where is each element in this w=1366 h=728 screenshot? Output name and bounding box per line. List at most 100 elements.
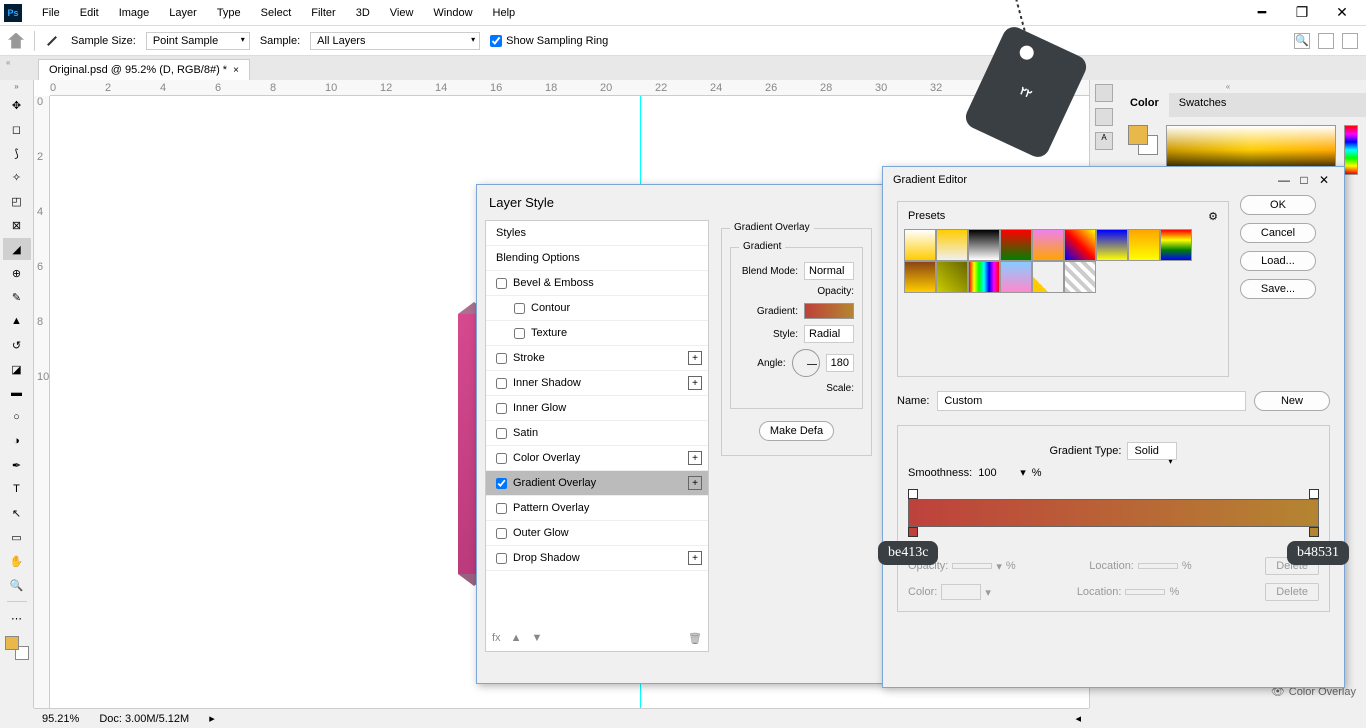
fx-pattern-overlay[interactable]: Pattern Overlay — [486, 496, 708, 521]
blur-tool[interactable]: ○ — [3, 406, 31, 428]
history-brush-tool[interactable]: ↺ — [3, 334, 31, 356]
menu-view[interactable]: View — [380, 3, 424, 23]
shape-tool[interactable]: ▭ — [3, 526, 31, 548]
close-button[interactable]: ✕ — [1322, 2, 1362, 24]
add-icon[interactable]: + — [688, 351, 702, 365]
eyedropper-tool[interactable]: ◢ — [3, 238, 31, 260]
menu-select[interactable]: Select — [251, 3, 302, 23]
document-tab[interactable]: Original.psd @ 95.2% (D, RGB/8#) * × — [38, 59, 250, 80]
gradient-bar[interactable] — [908, 499, 1319, 527]
make-default-button[interactable]: Make Defa — [759, 421, 834, 441]
fx-gradient-overlay[interactable]: Gradient Overlay+ — [486, 471, 708, 496]
panel-icon[interactable] — [1095, 108, 1113, 126]
eraser-tool[interactable]: ◪ — [3, 358, 31, 380]
crop-tool[interactable]: ◰ — [3, 190, 31, 212]
gradient-preset[interactable] — [968, 229, 1000, 261]
menu-window[interactable]: Window — [423, 3, 482, 23]
opacity-stop[interactable] — [908, 489, 918, 499]
menu-layer[interactable]: Layer — [159, 3, 207, 23]
sample-select[interactable]: All Layers — [310, 32, 480, 50]
sample-size-select[interactable]: Point Sample — [146, 32, 250, 50]
fx-inner-shadow[interactable]: Inner Shadow+ — [486, 371, 708, 396]
minimize-button[interactable]: ━ — [1242, 2, 1282, 24]
gear-icon[interactable]: ⚙ — [1208, 210, 1218, 223]
gradient-preview[interactable] — [804, 303, 854, 319]
load-button[interactable]: Load... — [1240, 251, 1316, 271]
up-icon[interactable]: ▲ — [511, 632, 522, 645]
fx-icon[interactable]: fx — [492, 632, 501, 645]
wand-tool[interactable]: ✧ — [3, 166, 31, 188]
fx-color-overlay[interactable]: Color Overlay+ — [486, 446, 708, 471]
share-icon[interactable] — [1342, 33, 1358, 49]
menu-filter[interactable]: Filter — [301, 3, 345, 23]
down-icon[interactable]: ▼ — [531, 632, 542, 645]
maximize-icon[interactable]: □ — [1294, 173, 1314, 187]
blending-options[interactable]: Blending Options — [486, 246, 708, 271]
gradient-preset[interactable] — [968, 261, 1000, 293]
workspace-icon[interactable] — [1318, 33, 1334, 49]
gradient-preset[interactable] — [904, 229, 936, 261]
add-icon[interactable]: + — [688, 551, 702, 565]
fx-bevel[interactable]: Bevel & Emboss — [486, 271, 708, 296]
menu-help[interactable]: Help — [483, 3, 526, 23]
brush-tool[interactable]: ✎ — [3, 286, 31, 308]
fx-inner-glow[interactable]: Inner Glow — [486, 396, 708, 421]
zoom-tool[interactable]: 🔍 — [3, 574, 31, 596]
smoothness-input[interactable]: 100 — [978, 467, 1014, 479]
fx-drop-shadow[interactable]: Drop Shadow+ — [486, 546, 708, 571]
add-icon[interactable]: + — [688, 476, 702, 490]
gradient-preset[interactable] — [1096, 229, 1128, 261]
lasso-tool[interactable]: ⟆ — [3, 142, 31, 164]
menu-edit[interactable]: Edit — [70, 3, 109, 23]
home-icon[interactable] — [8, 33, 24, 49]
healing-tool[interactable]: ⊕ — [3, 262, 31, 284]
trash-icon[interactable]: 🗑 — [688, 632, 702, 645]
restore-button[interactable]: ❐ — [1282, 2, 1322, 24]
opacity-input[interactable] — [952, 563, 992, 569]
fx-texture[interactable]: Texture — [486, 321, 708, 346]
delete-button[interactable]: Delete — [1265, 583, 1319, 601]
styles-header[interactable]: Styles — [486, 221, 708, 246]
edit-toolbar[interactable]: ⋯ — [3, 607, 31, 629]
save-button[interactable]: Save... — [1240, 279, 1316, 299]
gradient-tool[interactable]: ▬ — [3, 382, 31, 404]
name-input[interactable] — [937, 391, 1246, 411]
gradient-preset[interactable] — [936, 261, 968, 293]
type-tool[interactable]: T — [3, 478, 31, 500]
location-input[interactable] — [1125, 589, 1165, 595]
collapse-icon[interactable]: » — [14, 82, 18, 91]
panel-icon[interactable]: A — [1095, 132, 1113, 150]
tab-color[interactable]: Color — [1120, 93, 1169, 117]
color-stop[interactable] — [1309, 527, 1319, 537]
menu-3d[interactable]: 3D — [346, 3, 380, 23]
gradient-preset[interactable] — [904, 261, 936, 293]
hand-tool[interactable]: ✋ — [3, 550, 31, 572]
gradient-preset[interactable] — [1000, 261, 1032, 293]
minimize-icon[interactable]: — — [1274, 173, 1294, 187]
fx-stroke[interactable]: Stroke+ — [486, 346, 708, 371]
gradient-preset[interactable] — [1032, 261, 1064, 293]
gradient-preset[interactable] — [1064, 229, 1096, 261]
search-icon[interactable]: 🔍 — [1294, 33, 1310, 49]
gradient-preset[interactable] — [1128, 229, 1160, 261]
menu-image[interactable]: Image — [109, 3, 160, 23]
angle-input[interactable]: 180 — [826, 354, 854, 372]
close-icon[interactable]: ✕ — [1314, 173, 1334, 187]
style-select[interactable]: Radial — [804, 325, 854, 343]
stamp-tool[interactable]: ▲ — [3, 310, 31, 332]
menu-type[interactable]: Type — [207, 3, 251, 23]
cancel-button[interactable]: Cancel — [1240, 223, 1316, 243]
hue-slider[interactable] — [1344, 125, 1358, 175]
add-icon[interactable]: + — [688, 451, 702, 465]
path-tool[interactable]: ↖ — [3, 502, 31, 524]
frame-tool[interactable]: ⊠ — [3, 214, 31, 236]
blend-mode-select[interactable]: Normal — [804, 262, 854, 280]
show-sampling-ring-checkbox[interactable]: Show Sampling Ring — [490, 35, 608, 47]
menu-file[interactable]: File — [32, 3, 70, 23]
zoom-level[interactable]: 95.21% — [42, 713, 79, 725]
color-input[interactable] — [941, 584, 981, 600]
marquee-tool[interactable]: ◻ — [3, 118, 31, 140]
gradient-preset[interactable] — [936, 229, 968, 261]
move-tool[interactable]: ✥ — [3, 94, 31, 116]
gradient-preset[interactable] — [1000, 229, 1032, 261]
